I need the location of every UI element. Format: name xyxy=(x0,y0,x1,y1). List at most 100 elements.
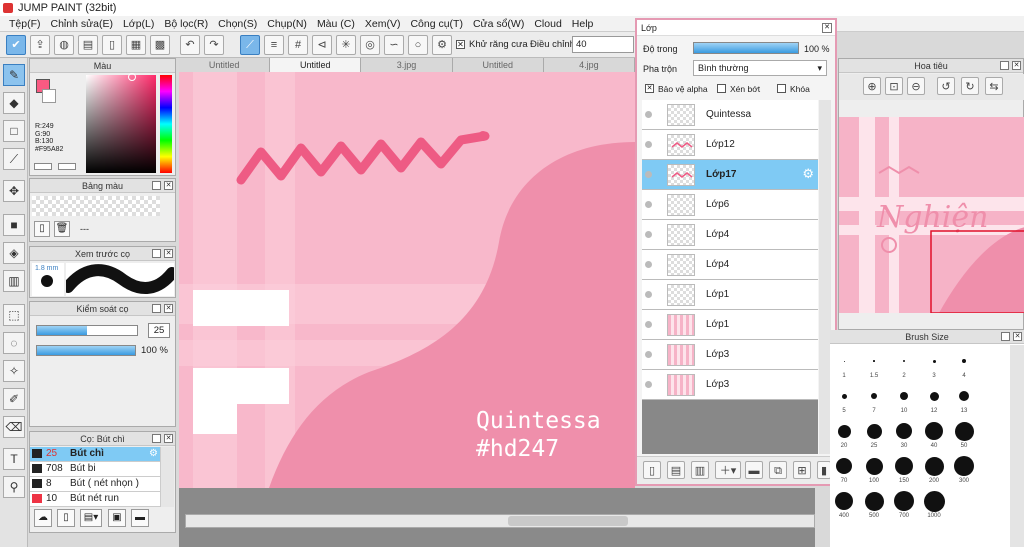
brush-size-dot[interactable] xyxy=(903,360,905,362)
new-palette-icon[interactable]: ▯ xyxy=(34,221,50,237)
share-icon[interactable]: ⇪ xyxy=(30,35,50,55)
merge-icon[interactable]: ⊞ xyxy=(793,461,811,479)
brush-size-dot[interactable] xyxy=(954,456,974,476)
concentric-icon[interactable]: ◎ xyxy=(360,35,380,55)
menu-item[interactable]: Chọn(S) xyxy=(213,16,262,31)
duplicate-icon[interactable]: ⧉ xyxy=(769,461,787,479)
eyedropper-icon[interactable]: ⚲ xyxy=(3,476,25,498)
select-pen-icon[interactable]: ✐ xyxy=(3,388,25,410)
quick-icon[interactable]: ✔ xyxy=(6,35,26,55)
eraser-icon[interactable]: ◆ xyxy=(3,92,25,114)
trash-icon[interactable]: 🗑 xyxy=(54,221,70,237)
brush-settings-icon[interactable]: ▣ xyxy=(108,509,126,527)
brush-size-dot[interactable] xyxy=(871,393,877,399)
alpha-lock-checkbox[interactable]: ✕ xyxy=(645,84,654,93)
layer-row[interactable]: Lớp6 xyxy=(642,190,818,220)
eye-icon[interactable] xyxy=(645,141,652,148)
gear-icon[interactable]: ⚙ xyxy=(432,35,452,55)
color-mode-button[interactable] xyxy=(34,163,52,170)
eye-icon[interactable] xyxy=(645,201,652,208)
brush-size-dot[interactable] xyxy=(954,421,974,441)
close-icon[interactable]: ✕ xyxy=(164,249,173,258)
redo-icon[interactable]: ↷ xyxy=(204,35,224,55)
bucket-icon[interactable]: ◈ xyxy=(3,242,25,264)
undo-icon[interactable]: ↶ xyxy=(180,35,200,55)
brush-size-dot[interactable] xyxy=(835,492,853,510)
brush-size-dot[interactable] xyxy=(924,456,944,476)
fill-rect-icon[interactable]: ■ xyxy=(3,214,25,236)
brush-size-dot[interactable] xyxy=(932,359,936,363)
antialias-checkbox[interactable]: ✕ xyxy=(456,40,465,49)
layer-row[interactable]: Lớp17 ⚙ xyxy=(642,160,818,190)
layer-row[interactable]: Lớp12 xyxy=(642,130,818,160)
note-icon[interactable]: ▤ xyxy=(78,35,98,55)
brush-size-dot[interactable] xyxy=(865,457,883,475)
zoom-in-icon[interactable]: ⊕ xyxy=(863,77,881,95)
canvas[interactable]: Quintessa #hd247 xyxy=(179,72,635,488)
rotate-left-icon[interactable]: ↺ xyxy=(937,77,955,95)
layer-row[interactable]: Lớp4 xyxy=(642,250,818,280)
folder-icon[interactable]: ▬ xyxy=(131,509,149,527)
add-menu-icon[interactable]: ＋▾ xyxy=(715,461,741,479)
tab-2[interactable]: 3.jpg xyxy=(361,58,453,72)
expand-icon[interactable] xyxy=(1000,61,1009,70)
line-tool-icon[interactable]: ⟋ xyxy=(3,148,25,170)
gear-icon[interactable]: ⚙ xyxy=(802,166,814,182)
scrollbar-thumb[interactable] xyxy=(508,516,628,526)
grid-icon[interactable]: ▩ xyxy=(150,35,170,55)
close-icon[interactable]: ✕ xyxy=(1012,61,1021,70)
menu-item[interactable]: Tệp(F) xyxy=(4,16,46,31)
line-icon[interactable]: ⟋ xyxy=(240,35,260,55)
cloud-download-icon[interactable]: ☁ xyxy=(34,509,52,527)
zoom-out-icon[interactable]: ⊖ xyxy=(907,77,925,95)
color-picker-handle[interactable] xyxy=(128,73,136,81)
menu-item[interactable]: Màu (C) xyxy=(312,16,360,31)
eye-icon[interactable] xyxy=(645,381,652,388)
new-layer-1bit-icon[interactable]: ▥ xyxy=(691,461,709,479)
brush-size-dot[interactable] xyxy=(841,393,847,399)
text-icon[interactable]: T xyxy=(3,448,25,470)
doc-icon[interactable]: ▯ xyxy=(102,35,122,55)
menu-item[interactable]: Bộ lọc(R) xyxy=(159,16,213,31)
brush-size-dot[interactable] xyxy=(866,423,882,439)
layer-row[interactable]: Quintessa xyxy=(642,100,818,130)
hue-slider[interactable] xyxy=(160,75,172,173)
perspective-icon[interactable]: ⊲ xyxy=(312,35,332,55)
close-icon[interactable]: ✕ xyxy=(1013,332,1022,341)
move-icon[interactable]: ✥ xyxy=(3,180,25,202)
new-brush-icon[interactable]: ▯ xyxy=(57,509,75,527)
eye-icon[interactable] xyxy=(645,111,652,118)
tab-0[interactable]: Untitled xyxy=(179,58,271,72)
horizontal-scrollbar[interactable] xyxy=(185,514,815,528)
close-icon[interactable]: ✕ xyxy=(164,434,173,443)
menu-item[interactable]: Chụp(N) xyxy=(262,16,312,31)
layer-row[interactable]: Lớp1 xyxy=(642,280,818,310)
brush-size-dot[interactable] xyxy=(929,391,939,401)
brush-size-dot[interactable] xyxy=(895,457,913,475)
brush-size-dot[interactable] xyxy=(837,424,851,438)
layer-delete-icon[interactable]: ▮ xyxy=(817,461,831,479)
blend-select[interactable]: Bình thường ▾ xyxy=(693,60,827,76)
brush-size-dot[interactable] xyxy=(900,392,908,400)
magic-wand-icon[interactable]: ✧ xyxy=(3,360,25,382)
hatch-icon[interactable]: ≡ xyxy=(264,35,284,55)
close-icon[interactable]: ✕ xyxy=(822,23,832,33)
menu-item[interactable]: Help xyxy=(567,16,599,31)
size-slider[interactable] xyxy=(36,325,138,336)
page-icon[interactable]: ▦ xyxy=(126,35,146,55)
folder-icon[interactable]: ▬ xyxy=(745,461,763,479)
rotate-right-icon[interactable]: ↻ xyxy=(961,77,979,95)
tab-1[interactable]: Untitled xyxy=(270,58,362,72)
eye-icon[interactable] xyxy=(645,291,652,298)
eye-icon[interactable] xyxy=(645,261,652,268)
brush-size-dot[interactable] xyxy=(925,422,943,440)
circle-ruler-icon[interactable]: ○ xyxy=(408,35,428,55)
layer-row[interactable]: Lớp1 xyxy=(642,310,818,340)
comment-icon[interactable]: ◍ xyxy=(54,35,74,55)
brush-size-dot[interactable] xyxy=(836,458,852,474)
expand-icon[interactable] xyxy=(152,249,161,258)
brush-menu-icon[interactable]: ▤▾ xyxy=(80,509,102,527)
pen-icon[interactable]: ✎ xyxy=(3,64,25,86)
marquee-icon[interactable]: ⬚ xyxy=(3,304,25,326)
brush-size-dot[interactable] xyxy=(896,423,912,439)
